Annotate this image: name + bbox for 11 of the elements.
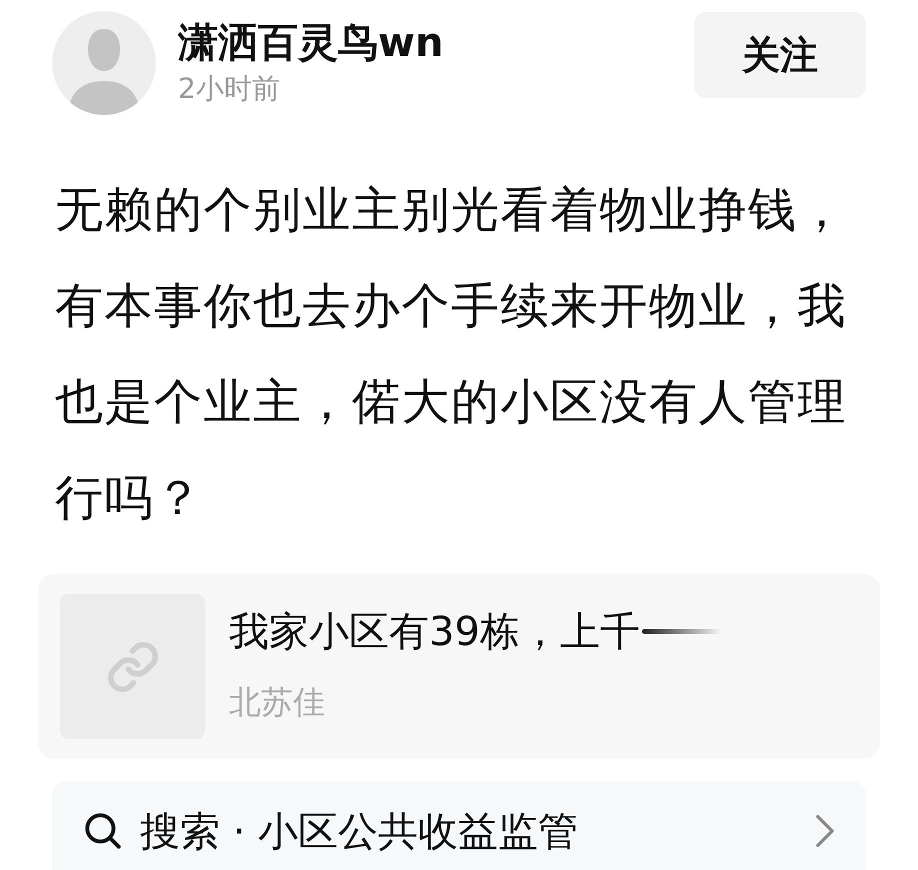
avatar-icon[interactable]: [52, 11, 156, 115]
post-text: 无赖的个别业主别光看着物业挣钱，有本事你也去办个手续来开物业，我也是个业主，偌大的小区没有人管理行吗？: [55, 181, 848, 528]
link-card[interactable]: 我家小区有39栋，上千 北苏佳: [38, 574, 880, 759]
follow-button[interactable]: 关注: [694, 12, 866, 98]
link-title: 我家小区有39栋，上千: [229, 608, 640, 656]
post-time: 2小时前: [178, 71, 281, 107]
link-source: 北苏佳: [229, 682, 326, 722]
search-label: 搜索 · 小区公共收益监管: [140, 808, 580, 856]
chevron-right-icon: [814, 813, 836, 849]
author-name[interactable]: 潇洒百灵鸟wn: [178, 17, 694, 69]
search-bar[interactable]: 搜索 · 小区公共收益监管: [52, 781, 866, 870]
